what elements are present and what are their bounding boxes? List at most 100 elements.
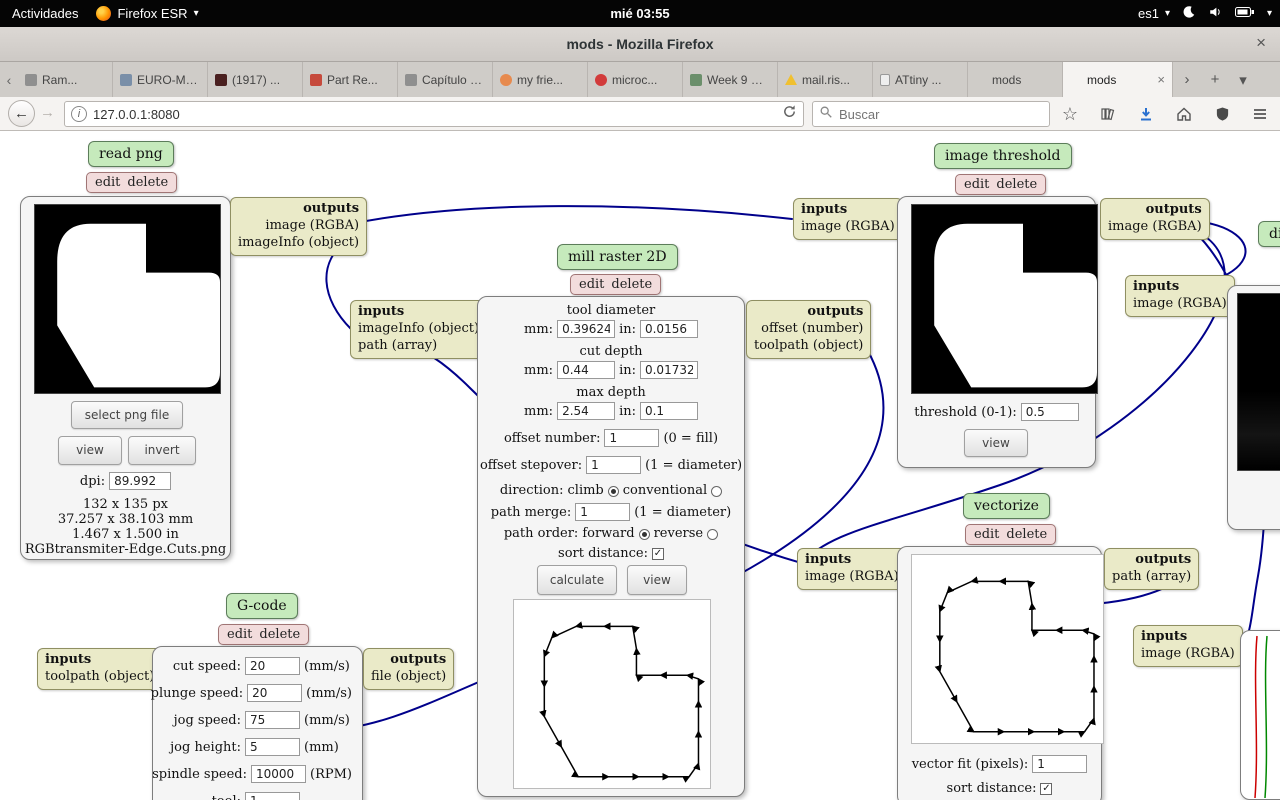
module-title-gcode[interactable]: G-code [226, 593, 298, 619]
right-module-inputs-tag[interactable]: inputs image (RGBA) [1125, 275, 1235, 317]
module-title-vectorize[interactable]: vectorize [963, 493, 1050, 519]
outputs-header: outputs [303, 201, 360, 216]
jog-height-input[interactable] [245, 738, 300, 756]
image-threshold-outputs-tag[interactable]: outputs image (RGBA) [1100, 198, 1210, 240]
module-title-image-threshold[interactable]: image threshold [934, 143, 1072, 169]
edit-button[interactable]: edit [227, 627, 252, 642]
input-image-rgba[interactable]: image (RGBA) [801, 219, 895, 236]
inputs-header: inputs [801, 202, 848, 217]
sort-distance-checkbox[interactable]: ✓ [651, 547, 664, 560]
delete-button[interactable]: delete [259, 627, 300, 642]
offset-stepover-label: offset stepover: [479, 457, 583, 473]
direction-conventional-radio[interactable] [711, 486, 723, 497]
input-path-array[interactable]: path (array) [358, 338, 479, 355]
tool-diameter-mm-input[interactable] [557, 320, 616, 338]
threshold-row: threshold (0-1): [902, 403, 1091, 421]
max-depth-mm-input[interactable] [557, 402, 616, 420]
sort-distance-checkbox[interactable]: ✓ [1040, 782, 1053, 795]
image-size-in: 1.467 x 1.500 in [72, 527, 179, 542]
dpi-input[interactable] [109, 472, 172, 490]
wire-readpng-to-threshold [349, 205, 793, 225]
vector-fit-input[interactable] [1032, 755, 1088, 773]
module-title-right-partial[interactable]: di [1258, 221, 1280, 247]
output-image-rgba[interactable]: image (RGBA) [238, 218, 359, 235]
gcode-outputs-tag[interactable]: outputs file (object) [363, 648, 455, 690]
vectorize-outputs-tag[interactable]: outputs path (array) [1104, 548, 1200, 590]
offset-number-input[interactable] [604, 429, 660, 447]
input-image-rgba[interactable]: image (RGBA) [1133, 296, 1227, 313]
jog-speed-row: jog speed: (mm/s) [157, 711, 352, 729]
output-file-object[interactable]: file (object) [371, 669, 446, 686]
outputs-header: outputs [807, 304, 864, 319]
delete-button[interactable]: delete [611, 277, 652, 292]
max-depth-row: mm: in: [482, 402, 740, 420]
calculate-button[interactable]: calculate [537, 565, 617, 595]
jog-height-unit: (mm) [304, 739, 339, 755]
gcode-edit-delete: edit delete [218, 624, 310, 645]
input-imageinfo-object[interactable]: imageInfo (object) [358, 321, 479, 338]
threshold-input[interactable] [1020, 403, 1079, 421]
inputs-header: inputs [805, 552, 852, 567]
edit-button[interactable]: edit [974, 527, 999, 542]
image-threshold-inputs-tag[interactable]: inputs image (RGBA) [793, 198, 903, 240]
plunge-speed-input[interactable] [247, 684, 303, 702]
sort-distance-label: sort distance: [558, 546, 648, 561]
path-order-forward-radio[interactable] [638, 529, 650, 540]
output-path-array[interactable]: path (array) [1112, 569, 1191, 586]
read-png-view-button[interactable]: view [58, 436, 122, 465]
image-threshold-edit-delete: edit delete [955, 174, 1047, 195]
vectorize-inputs-tag[interactable]: inputs image (RGBA) [797, 548, 907, 590]
tool-label: tool: [212, 794, 241, 800]
input-image-rgba[interactable]: image (RGBA) [805, 569, 899, 586]
max-depth-in-input[interactable] [639, 402, 698, 420]
cut-speed-row: cut speed: (mm/s) [157, 657, 352, 675]
output-imageinfo-object[interactable]: imageInfo (object) [238, 235, 359, 252]
invert-button[interactable]: invert [128, 436, 196, 465]
jog-speed-input[interactable] [245, 711, 300, 729]
spindle-speed-input[interactable] [251, 765, 306, 783]
output-image-rgba[interactable]: image (RGBA) [1108, 219, 1202, 236]
input-image-rgba[interactable]: image (RGBA) [1141, 646, 1235, 663]
edit-button[interactable]: edit [579, 277, 604, 292]
dpi-label: dpi: [79, 473, 106, 489]
module-title-read-png[interactable]: read png [88, 141, 174, 167]
cut-depth-header: cut depth [579, 344, 643, 359]
image-filename: RGBtransmiter-Edge.Cuts.png [24, 542, 227, 557]
threshold-label: threshold (0-1): [914, 404, 1017, 420]
mill-raster-view-button[interactable]: view [627, 565, 687, 595]
climb-label: climb [567, 483, 604, 498]
offset-number-hint: (0 = fill) [663, 430, 719, 446]
tool-input[interactable] [245, 792, 300, 800]
path-order-reverse-radio[interactable] [707, 529, 719, 540]
spindle-speed-label: spindle speed: [152, 766, 247, 782]
output-toolpath-object[interactable]: toolpath (object) [754, 338, 863, 355]
cut-depth-mm-input[interactable] [557, 361, 616, 379]
delete-button[interactable]: delete [996, 177, 1037, 192]
input-toolpath-object[interactable]: toolpath (object) [45, 669, 154, 686]
cut-depth-in-input[interactable] [639, 361, 698, 379]
read-png-outputs-tag[interactable]: outputs image (RGBA) imageInfo (object) [230, 197, 368, 256]
path-merge-hint: (1 = diameter) [634, 504, 732, 520]
mill-raster-inputs-tag[interactable]: inputs imageInfo (object) path (array) [350, 300, 488, 359]
conventional-label: conventional [622, 483, 708, 498]
sort-distance-row: sort distance: ✓ [482, 546, 740, 561]
edit-button[interactable]: edit [95, 175, 120, 190]
tool-diameter-in-input[interactable] [639, 320, 698, 338]
select-png-file-button[interactable]: select png file [71, 401, 183, 429]
offset-stepover-input[interactable] [586, 456, 642, 474]
bottom-right-module-inputs-tag[interactable]: inputs image (RGBA) [1133, 625, 1243, 667]
path-order-row: path order: forward reverse [482, 526, 740, 541]
image-size-px: 132 x 135 px [82, 497, 168, 512]
cut-speed-input[interactable] [245, 657, 300, 675]
threshold-view-button[interactable]: view [964, 429, 1028, 457]
output-offset-number[interactable]: offset (number) [754, 321, 863, 338]
path-merge-input[interactable] [575, 503, 631, 521]
mill-raster-outputs-tag[interactable]: outputs offset (number) toolpath (object… [746, 300, 872, 359]
delete-button[interactable]: delete [127, 175, 168, 190]
edit-button[interactable]: edit [964, 177, 989, 192]
threshold-image-preview [911, 204, 1098, 394]
gcode-inputs-tag[interactable]: inputs toolpath (object) [37, 648, 163, 690]
direction-climb-radio[interactable] [607, 486, 619, 497]
delete-button[interactable]: delete [1006, 527, 1047, 542]
module-title-mill-raster-2d[interactable]: mill raster 2D [557, 244, 678, 270]
